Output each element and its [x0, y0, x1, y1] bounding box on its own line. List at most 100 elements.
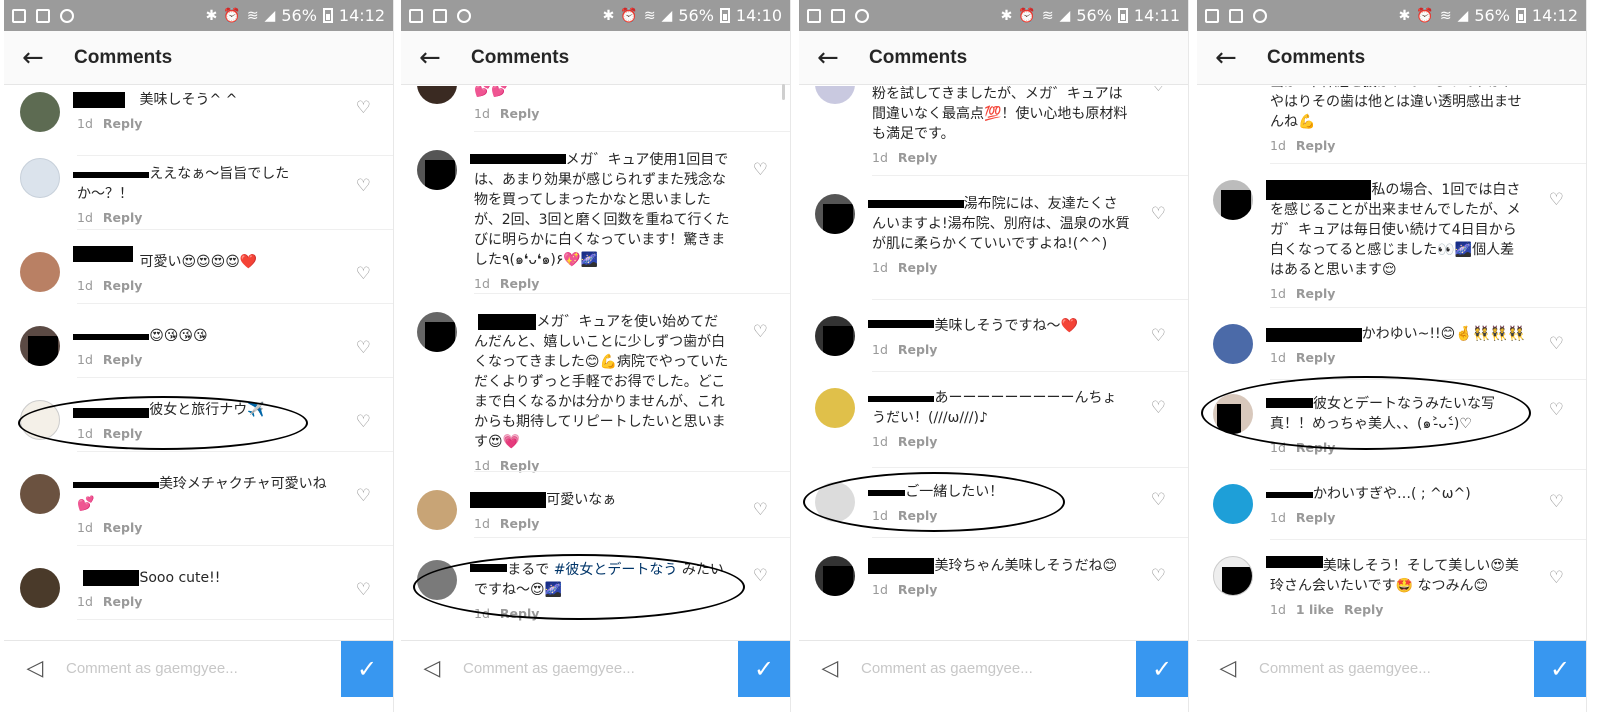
avatar[interactable] — [20, 568, 60, 608]
reply-button[interactable]: Reply — [500, 516, 539, 531]
like-heart-icon[interactable]: ♡ — [1151, 398, 1166, 418]
comment-input[interactable] — [861, 660, 1136, 677]
avatar[interactable] — [1213, 394, 1253, 434]
comment-list[interactable]: 美味しそう^ ^ 1d Reply ♡ ええなぁ〜旨旨でしたか〜？！ 1d Repl… — [4, 86, 393, 640]
like-heart-icon[interactable]: ♡ — [356, 338, 371, 358]
back-arrow-icon[interactable]: ← — [817, 43, 849, 73]
like-heart-icon[interactable]: ♡ — [1549, 190, 1564, 210]
comment-input[interactable] — [1259, 660, 1534, 677]
avatar[interactable] — [20, 326, 60, 366]
reply-button[interactable]: Reply — [898, 508, 937, 523]
reply-button[interactable]: Reply — [103, 116, 142, 131]
post-button[interactable]: ✓ — [738, 640, 790, 697]
reply-button[interactable]: Reply — [103, 594, 142, 609]
reply-button[interactable]: Reply — [500, 606, 539, 621]
send-icon[interactable]: ◁ — [799, 656, 861, 681]
username-redacted[interactable] — [868, 482, 906, 502]
like-heart-icon[interactable]: ♡ — [1151, 204, 1166, 224]
post-button[interactable]: ✓ — [1534, 640, 1586, 697]
avatar[interactable] — [417, 490, 457, 530]
send-icon[interactable]: ◁ — [1197, 656, 1259, 681]
username-redacted[interactable] — [73, 90, 139, 110]
hashtag-link[interactable]: #彼女とデートなう — [554, 562, 678, 578]
avatar[interactable] — [20, 474, 60, 514]
reply-button[interactable]: Reply — [500, 276, 539, 291]
username-redacted[interactable] — [73, 246, 139, 272]
username-redacted[interactable] — [868, 556, 935, 576]
reply-button[interactable]: Reply — [1296, 350, 1335, 365]
back-arrow-icon[interactable]: ← — [22, 43, 54, 73]
comment-list[interactable]: 粉を試してきましたが、メガ゛キュアは間違いなく最高点💯！使い心地も原材料も満足で… — [799, 86, 1188, 640]
username-redacted[interactable] — [1266, 394, 1313, 414]
like-heart-icon[interactable]: ♡ — [753, 160, 768, 180]
back-arrow-icon[interactable]: ← — [1215, 43, 1247, 73]
avatar[interactable] — [815, 86, 855, 104]
like-heart-icon[interactable]: ♡ — [1549, 334, 1564, 354]
username-redacted[interactable] — [73, 164, 150, 184]
like-heart-icon[interactable]: ♡ — [356, 580, 371, 600]
avatar[interactable] — [1213, 180, 1253, 220]
avatar[interactable] — [20, 158, 60, 198]
username-redacted[interactable] — [73, 474, 159, 494]
like-heart-icon[interactable]: ♡ — [1151, 566, 1166, 586]
reply-button[interactable]: Reply — [898, 260, 937, 275]
like-heart-icon[interactable]: ♡ — [1151, 326, 1166, 346]
reply-button[interactable]: Reply — [898, 342, 937, 357]
username-redacted[interactable] — [1266, 324, 1362, 344]
avatar[interactable] — [815, 388, 855, 428]
reply-button[interactable]: Reply — [103, 210, 142, 225]
scrollbar[interactable] — [782, 84, 785, 100]
avatar[interactable] — [20, 92, 60, 132]
avatar[interactable] — [1213, 556, 1253, 596]
reply-button[interactable]: Reply — [103, 426, 142, 441]
back-arrow-icon[interactable]: ← — [419, 43, 451, 73]
avatar[interactable] — [417, 150, 457, 190]
avatar[interactable] — [20, 252, 60, 292]
reply-button[interactable]: Reply — [898, 582, 937, 597]
reply-button[interactable]: Reply — [898, 434, 937, 449]
reply-button[interactable]: Reply — [1296, 510, 1335, 525]
avatar[interactable] — [815, 556, 855, 596]
like-heart-icon[interactable]: ♡ — [1151, 490, 1166, 510]
reply-button[interactable]: Reply — [1296, 138, 1335, 153]
like-heart-icon[interactable]: ♡ — [356, 264, 371, 284]
avatar[interactable] — [1213, 324, 1253, 364]
avatar[interactable] — [417, 312, 457, 352]
avatar[interactable] — [20, 400, 60, 440]
send-icon[interactable]: ◁ — [4, 656, 66, 681]
reply-button[interactable]: Reply — [898, 150, 937, 165]
avatar[interactable] — [1213, 484, 1253, 524]
avatar[interactable] — [417, 86, 457, 104]
comment-list[interactable]: 💕💕 1d Reply メガ゛キュア使用1回目では、あまり効果が感じられずまた残念… — [401, 86, 790, 640]
likes-count[interactable]: 1 like — [1296, 602, 1334, 617]
like-heart-icon[interactable]: ♡ — [1549, 568, 1564, 588]
like-heart-icon[interactable]: ♡ — [356, 176, 371, 196]
username-redacted[interactable] — [868, 316, 935, 336]
like-heart-icon[interactable]: ♡ — [1549, 492, 1564, 512]
comment-list[interactable]: 歯が1本神経を抜かれているのですが、やはりその歯は他とは違い透明感出ませんね💪 … — [1197, 86, 1586, 640]
username-redacted[interactable] — [77, 568, 140, 588]
avatar[interactable] — [815, 316, 855, 356]
like-heart-icon[interactable]: ♡ — [753, 322, 768, 342]
reply-button[interactable]: Reply — [103, 520, 142, 535]
username-redacted[interactable] — [474, 312, 537, 332]
avatar[interactable] — [815, 194, 855, 234]
like-heart-icon[interactable]: ♡ — [753, 500, 768, 520]
avatar[interactable] — [815, 482, 855, 522]
reply-button[interactable]: Reply — [103, 278, 142, 293]
username-redacted[interactable] — [470, 560, 508, 580]
comment-input[interactable] — [66, 660, 341, 677]
reply-button[interactable]: Reply — [1344, 602, 1383, 617]
send-icon[interactable]: ◁ — [401, 656, 463, 681]
username-redacted[interactable] — [73, 400, 150, 420]
username-redacted[interactable] — [868, 194, 964, 214]
comment-input[interactable] — [463, 660, 738, 677]
like-heart-icon[interactable]: ♡ — [753, 566, 768, 586]
username-redacted[interactable] — [73, 326, 150, 346]
username-redacted[interactable] — [470, 150, 566, 170]
username-redacted[interactable] — [1266, 180, 1372, 200]
like-heart-icon[interactable]: ♡ — [356, 98, 371, 118]
like-heart-icon[interactable]: ♡ — [1151, 86, 1166, 96]
username-redacted[interactable] — [868, 388, 935, 408]
like-heart-icon[interactable]: ♡ — [1549, 400, 1564, 420]
